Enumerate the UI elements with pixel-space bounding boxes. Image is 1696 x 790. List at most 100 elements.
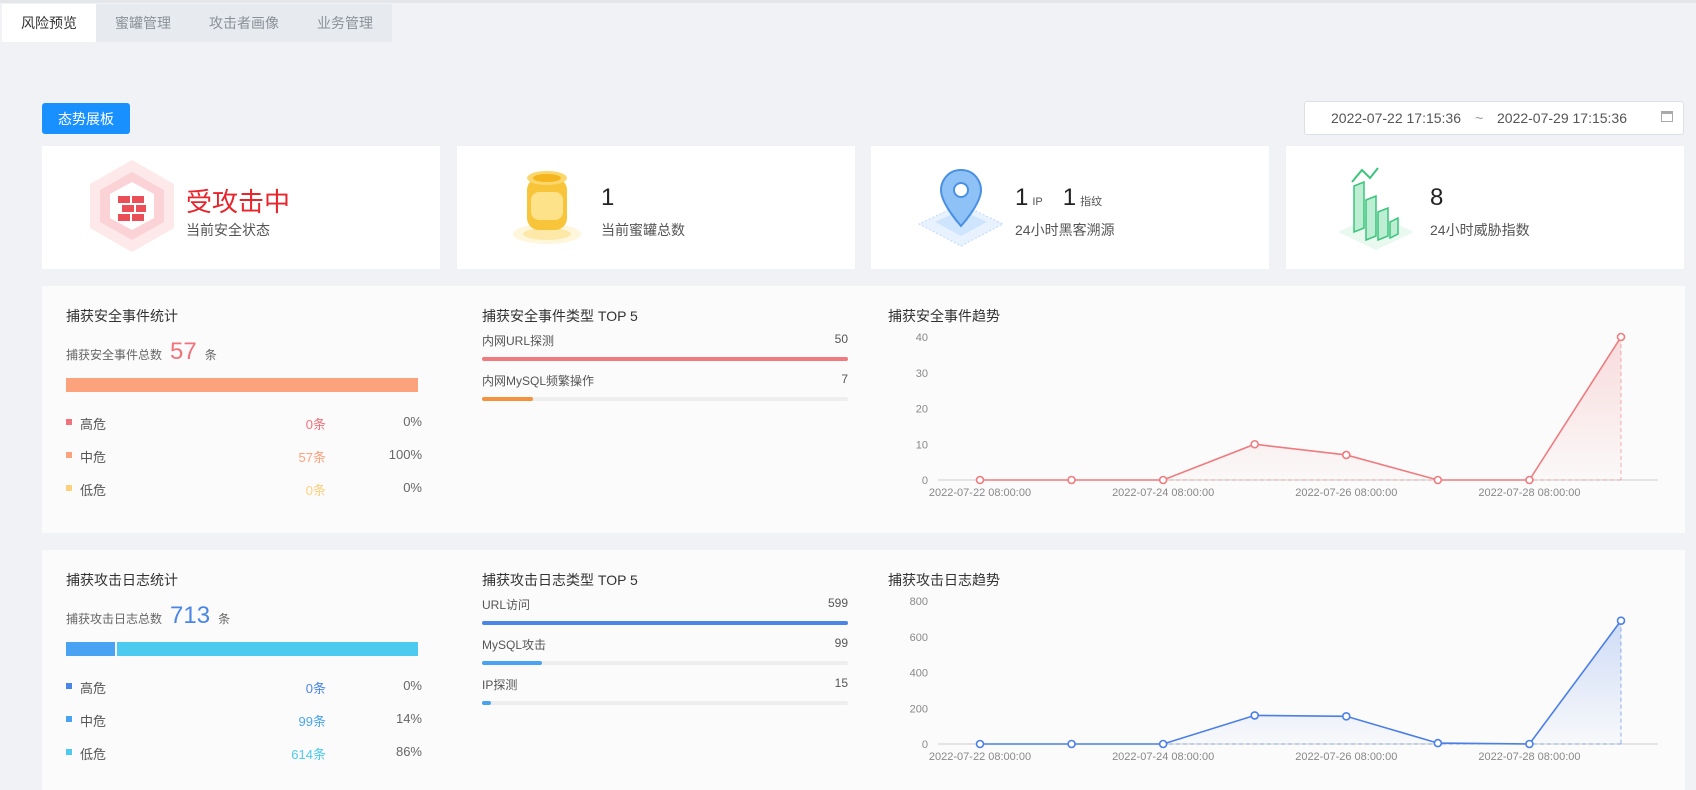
level-bar-segment [117,642,418,656]
level-row: 高危 0条 0% [66,414,422,432]
trace-ip-unit: IP [1032,196,1043,208]
top5-label: MySQL攻击 [482,638,547,652]
events-total-label: 捕获安全事件总数 [66,348,163,362]
honeypot-jar-icon [513,171,581,244]
firewall-shield-icon [90,160,174,252]
top5-row: 内网MySQL频繁操作 7 [482,372,848,402]
trend-point [1433,738,1443,748]
top5-value: 99 [834,636,848,650]
y-tick-label: 200 [910,703,928,715]
top5-bar [482,621,848,625]
y-tick-label: 0 [922,739,928,751]
top5-row: MySQL攻击 99 [482,636,848,666]
y-tick-label: 40 [916,332,928,344]
top5-label: IP探测 [482,678,518,692]
trend-point [1616,332,1626,342]
events-trend-title: 捕获安全事件趋势 [888,308,1000,324]
trend-point [975,739,985,749]
level-name: 中危 [80,450,107,465]
y-tick-label: 600 [910,632,928,644]
x-tick-label: 2022-07-28 08:00:00 [1478,751,1580,763]
level-row: 高危 0条 0% [66,678,422,696]
location-pin-icon [917,168,1005,247]
tab-attacker-profile[interactable]: 攻击者画像 [190,4,298,42]
y-tick-label: 20 [916,404,928,416]
level-percent: 100% [388,447,422,462]
x-tick-label: 2022-07-26 08:00:00 [1295,751,1397,763]
security-status-value: 受攻击中 [186,187,291,217]
level-name: 低危 [80,483,107,498]
level-row: 中危 57条 100% [66,447,422,465]
tab-honeypot-management[interactable]: 蜜罐管理 [96,4,190,42]
date-end[interactable]: 2022-07-29 17:15:36 [1497,110,1627,126]
y-tick-label: 30 [916,368,928,380]
trend-point [1341,450,1351,460]
y-tick-label: 10 [916,439,928,451]
level-name: 中危 [80,714,107,729]
honeypot-count-value: 1 [601,184,615,211]
top5-value: 15 [834,676,848,690]
logs-stats-title: 捕获攻击日志统计 [66,572,178,588]
level-dot [66,716,72,722]
y-tick-label: 800 [910,596,928,608]
calendar-icon[interactable] [1661,111,1673,122]
level-bar-segment [66,378,418,392]
level-percent: 0% [403,414,422,429]
level-row: 低危 0条 0% [66,480,422,498]
security-status-label: 当前安全状态 [186,222,270,238]
x-tick-label: 2022-07-22 08:00:00 [929,487,1031,499]
dashboard-button[interactable]: 态势展板 [42,103,130,134]
level-dot [66,683,72,689]
top5-value: 7 [841,372,848,386]
x-tick-label: 2022-07-28 08:00:00 [1478,487,1580,499]
events-top5-title: 捕获安全事件类型 TOP 5 [482,308,638,324]
trend-area [980,337,1621,480]
top5-bar [482,661,543,665]
level-bar-segment [66,642,115,656]
logs-level-bar [66,642,420,656]
logs-trend-chart: 0 200 400 600 800 2022-07-22 08:00:00 2022-07-… [910,596,1658,763]
trend-area [980,620,1621,744]
level-name: 低危 [80,747,107,762]
level-row: 低危 614条 86% [66,744,422,762]
logs-trend-title: 捕获攻击日志趋势 [888,572,1000,588]
security-events-panel: 捕获安全事件统计 捕获安全事件总数 57 条 高危 0条 0% 中危 57条 100% 低危… [42,286,1685,533]
events-total-value: 57 [170,338,197,365]
hacker-trace-value: 1 IP 1 指纹 [1015,184,1122,212]
trend-point [1250,711,1260,720]
hacker-trace-label: 24小时黑客溯源 [1015,222,1115,238]
events-stats-title: 捕获安全事件统计 [66,308,178,324]
y-tick-label: 400 [910,668,928,680]
top5-row: URL访问 599 [482,596,848,626]
trend-point [1341,711,1351,721]
top5-label: 内网URL探测 [482,334,555,348]
top5-bar [482,701,492,705]
level-dot [66,749,72,755]
level-count: 0条 [305,681,326,696]
level-percent: 86% [395,744,422,759]
tab-risk-overview[interactable]: 风险预览 [2,4,96,42]
date-separator: ~ [1475,110,1484,126]
events-total-unit: 条 [204,348,217,362]
trend-point [1250,439,1260,449]
level-percent: 0% [403,678,422,693]
tab-business-management[interactable]: 业务管理 [298,4,392,42]
threat-chart-icon [1338,167,1414,250]
top5-label: 内网MySQL频繁操作 [482,374,595,388]
top5-track [482,397,848,401]
trace-fingerprint-value: 1 [1062,184,1077,211]
date-range-picker[interactable]: 2022-07-22 17:15:36 ~ 2022-07-29 17:15:3… [1304,101,1684,135]
top5-track [482,661,848,665]
top5-value: 50 [834,332,848,346]
trace-ip-value: 1 [1015,184,1029,211]
x-tick-label: 2022-07-24 08:00:00 [1112,487,1214,499]
top5-row: IP探测 15 [482,676,848,706]
threat-index-value: 8 [1430,184,1444,211]
x-tick-label: 2022-07-24 08:00:00 [1112,751,1214,763]
trace-fingerprint-unit: 指纹 [1080,196,1103,208]
honeypot-count-card: 1 当前蜜罐总数 [457,146,855,269]
date-start[interactable]: 2022-07-22 17:15:36 [1331,110,1461,126]
trend-point [975,475,985,485]
level-dot [66,452,72,458]
y-tick-label: 0 [922,475,928,487]
